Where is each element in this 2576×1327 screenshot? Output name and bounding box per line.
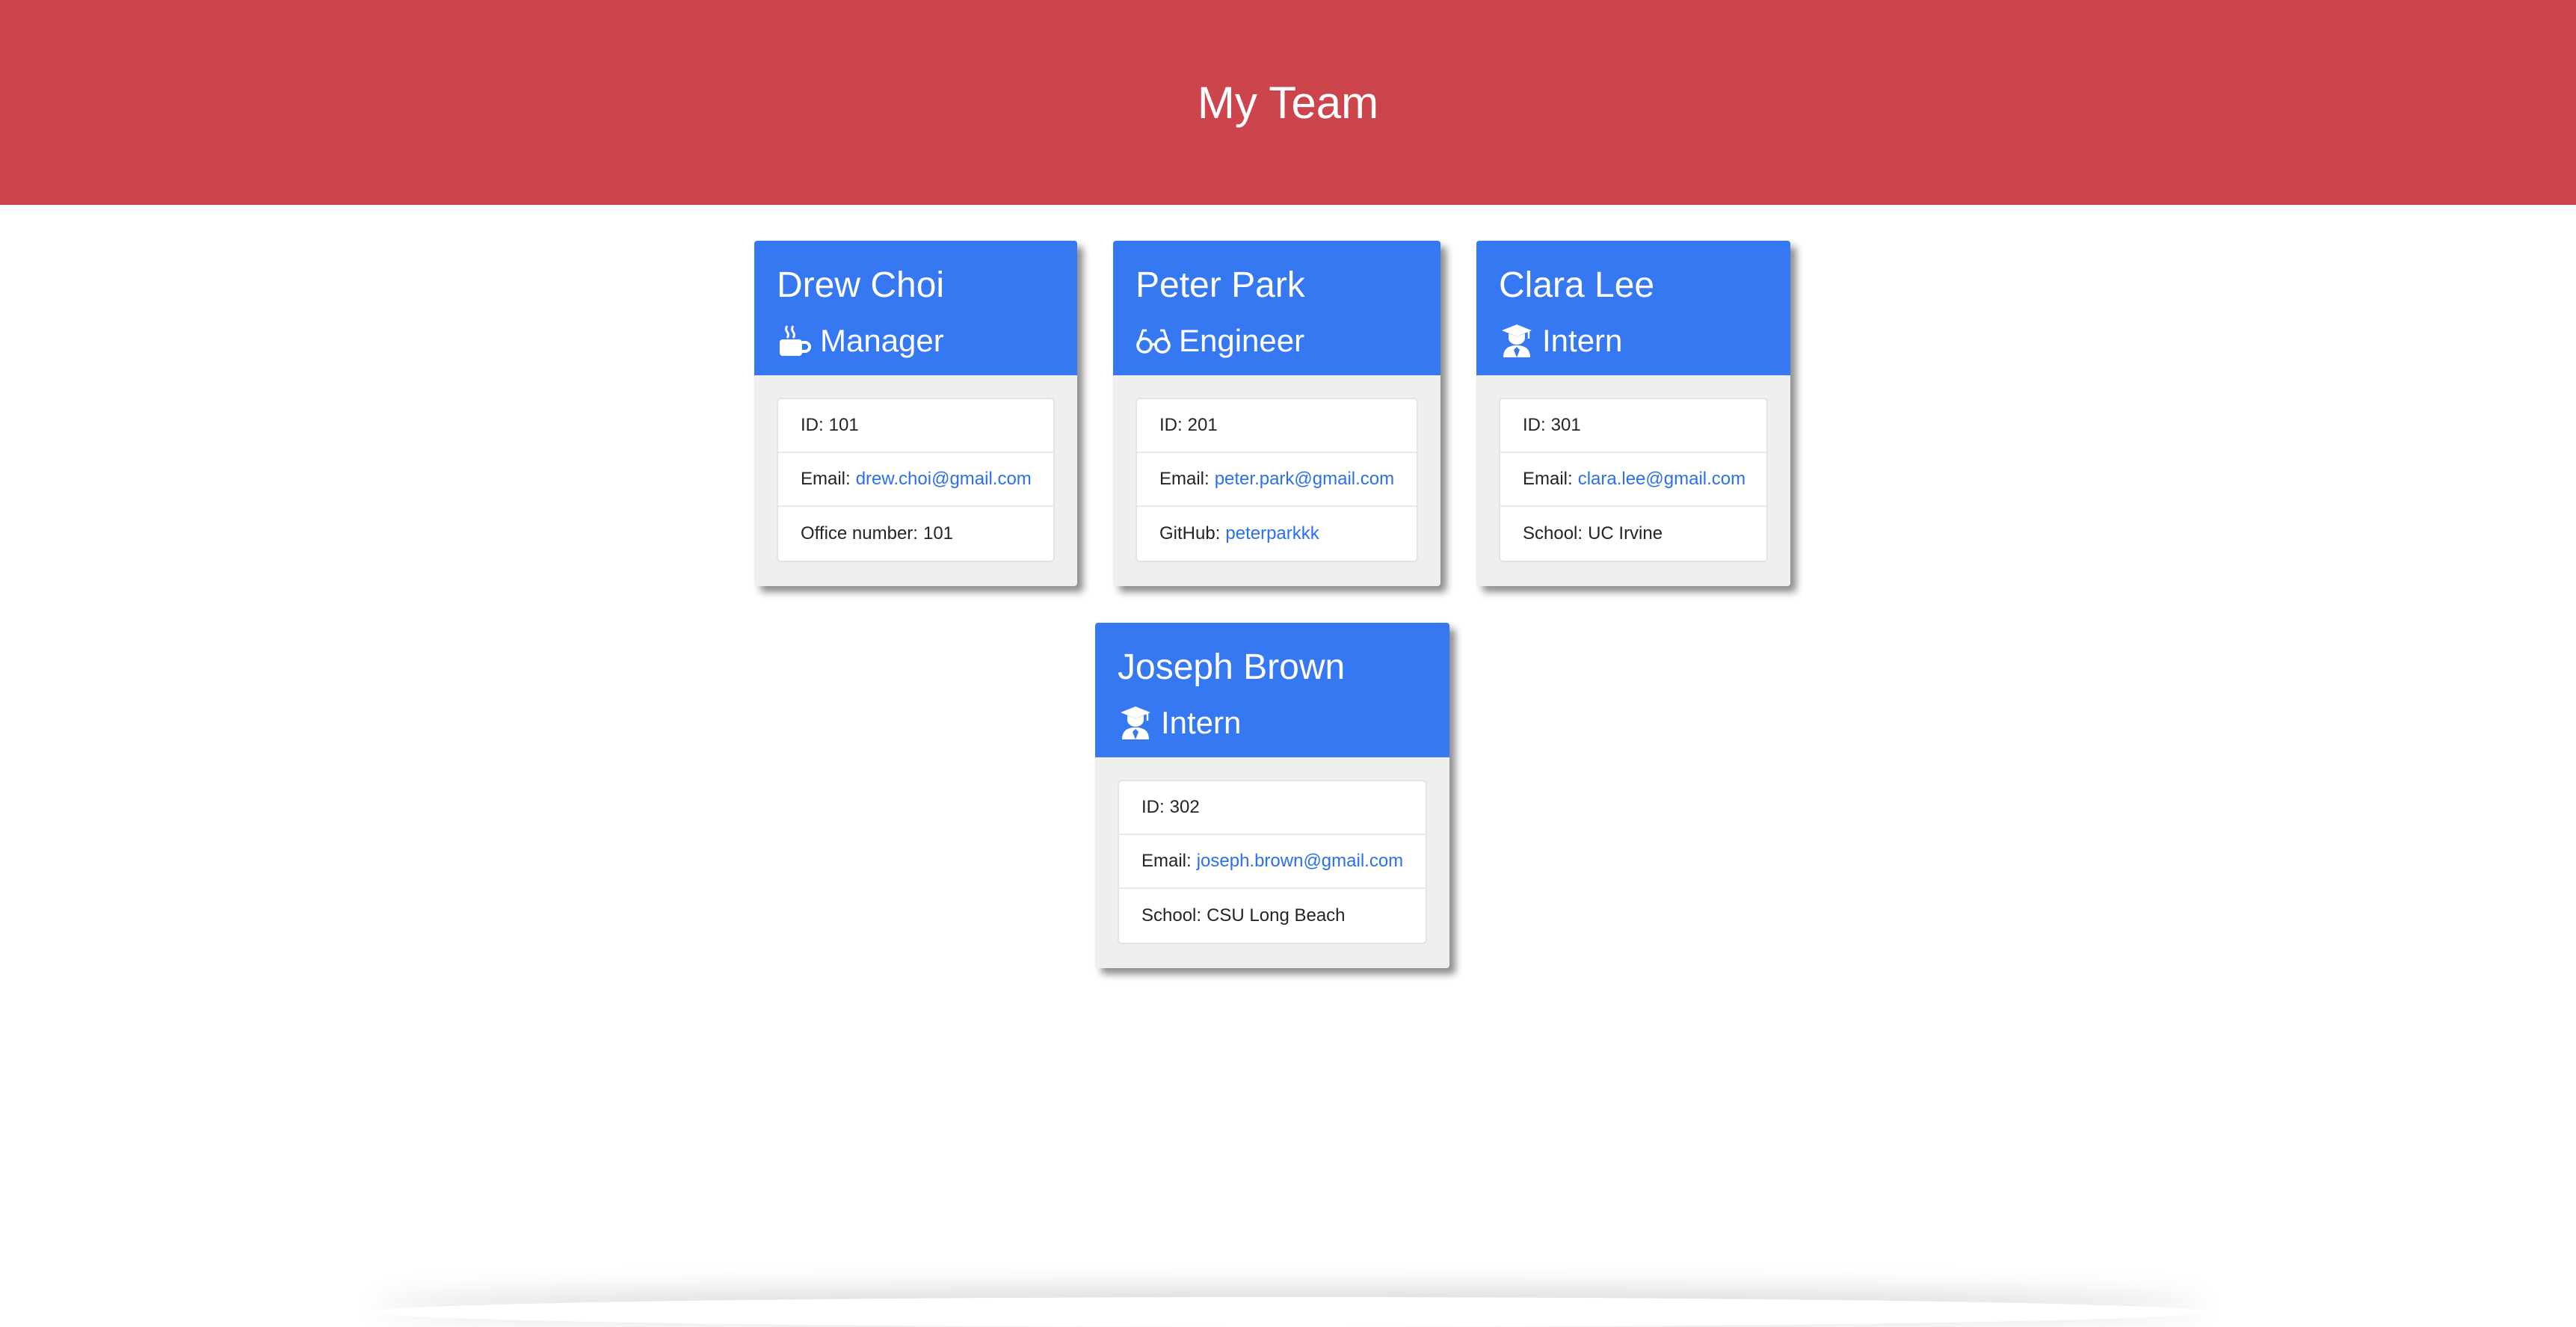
card-header: Peter Park Engineer	[1113, 241, 1440, 375]
role-label: Manager	[820, 323, 944, 358]
github-link[interactable]: peterparkkk	[1225, 523, 1319, 544]
coffee-icon	[777, 323, 813, 359]
email-link[interactable]: peter.park@gmail.com	[1215, 469, 1394, 490]
id-label: ID:	[1159, 415, 1183, 435]
email-label: Email:	[1141, 851, 1192, 871]
employee-card: Peter Park Engineer ID: 201 Email: peter…	[1113, 241, 1440, 586]
glasses-icon	[1136, 323, 1171, 359]
email-label: Email:	[1159, 469, 1210, 489]
email-row: Email: joseph.brown@gmail.com	[1119, 835, 1426, 889]
employee-card: Drew Choi Manager ID: 101 Email: drew.ch…	[754, 241, 1077, 586]
graduate-icon	[1499, 323, 1535, 359]
card-body: ID: 301 Email: clara.lee@gmail.com Schoo…	[1476, 375, 1790, 586]
card-body: ID: 302 Email: joseph.brown@gmail.com Sc…	[1095, 757, 1449, 968]
card-body: ID: 201 Email: peter.park@gmail.com GitH…	[1113, 375, 1440, 586]
github-label: GitHub:	[1159, 523, 1221, 544]
info-list: ID: 302 Email: joseph.brown@gmail.com Sc…	[1118, 780, 1427, 944]
id-row: ID: 201	[1137, 399, 1417, 453]
card-header: Clara Lee Intern	[1476, 241, 1790, 375]
school-value: CSU Long Beach	[1207, 905, 1346, 926]
role-label: Intern	[1542, 323, 1623, 358]
id-value: 201	[1187, 415, 1218, 435]
info-list: ID: 201 Email: peter.park@gmail.com GitH…	[1136, 398, 1418, 562]
office-number-value: 101	[922, 523, 954, 544]
info-list: ID: 301 Email: clara.lee@gmail.com Schoo…	[1499, 398, 1768, 562]
school-label: School:	[1141, 905, 1202, 926]
employee-name: Drew Choi	[777, 265, 945, 305]
employee-role: Intern	[1118, 701, 1427, 745]
id-value: 302	[1169, 797, 1200, 817]
employee-role: Intern	[1499, 318, 1768, 363]
school-value: UC Irvine	[1588, 523, 1663, 544]
id-value: 301	[1550, 415, 1581, 435]
school-label: School:	[1523, 523, 1583, 544]
employee-name: Peter Park	[1136, 265, 1305, 305]
id-label: ID:	[1523, 415, 1546, 435]
page-title: My Team	[1197, 77, 1379, 128]
office-number-label: Office number:	[801, 523, 918, 544]
role-label: Engineer	[1179, 323, 1305, 358]
graduate-icon	[1118, 705, 1153, 741]
employee-card: Clara Lee Intern ID: 301 Email: clara.le…	[1476, 241, 1790, 586]
school-row: School: UC Irvine	[1500, 507, 1766, 561]
id-row: ID: 301	[1500, 399, 1766, 453]
card-header: Drew Choi Manager	[754, 241, 1077, 375]
role-label: Intern	[1161, 705, 1242, 740]
card-body: ID: 101 Email: drew.choi@gmail.com Offic…	[754, 375, 1077, 586]
employee-role: Manager	[777, 318, 1055, 363]
id-value: 101	[828, 415, 859, 435]
school-row: School: CSU Long Beach	[1119, 889, 1426, 943]
email-link[interactable]: drew.choi@gmail.com	[856, 469, 1032, 490]
email-label: Email:	[801, 469, 851, 489]
employee-name: Clara Lee	[1499, 265, 1655, 305]
email-link[interactable]: joseph.brown@gmail.com	[1197, 851, 1403, 872]
id-row: ID: 302	[1119, 781, 1426, 835]
email-label: Email:	[1523, 469, 1573, 489]
email-row: Email: drew.choi@gmail.com	[778, 453, 1053, 507]
employee-name: Joseph Brown	[1118, 647, 1346, 687]
employee-role: Engineer	[1136, 318, 1418, 363]
id-label: ID:	[801, 415, 824, 435]
id-row: ID: 101	[778, 399, 1053, 453]
id-label: ID:	[1141, 797, 1165, 817]
info-list: ID: 101 Email: drew.choi@gmail.com Offic…	[777, 398, 1055, 562]
card-header: Joseph Brown Intern	[1095, 623, 1449, 757]
employee-card: Joseph Brown Intern ID: 302 Email: josep…	[1095, 623, 1449, 968]
page-bottom-shadow	[374, 1297, 2205, 1327]
page-header: My Team	[0, 0, 2576, 205]
github-row: GitHub: peterparkkk	[1137, 507, 1417, 561]
email-link[interactable]: clara.lee@gmail.com	[1578, 469, 1745, 490]
email-row: Email: peter.park@gmail.com	[1137, 453, 1417, 507]
office-number-row: Office number: 101	[778, 507, 1053, 561]
email-row: Email: clara.lee@gmail.com	[1500, 453, 1766, 507]
